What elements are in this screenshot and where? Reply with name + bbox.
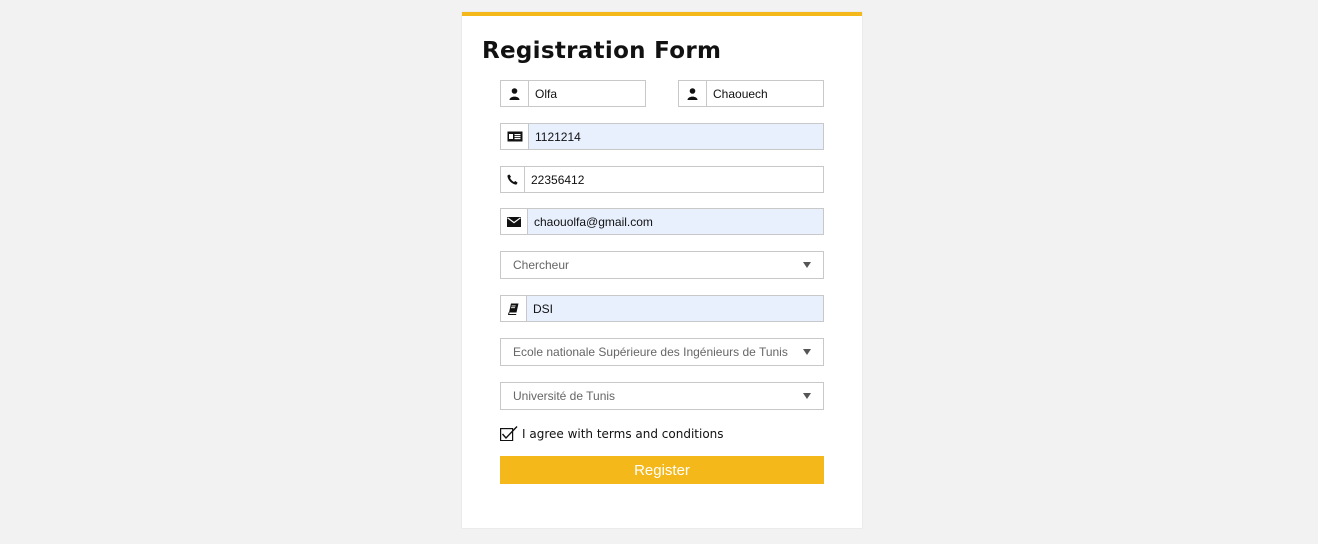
user-icon xyxy=(679,81,707,106)
role-select-value: Chercheur xyxy=(513,258,570,272)
id-number-field[interactable]: 1121214 xyxy=(500,123,824,150)
phone-value[interactable]: 22356412 xyxy=(525,173,584,187)
terms-label: I agree with terms and conditions xyxy=(522,426,724,441)
terms-checkbox[interactable] xyxy=(500,426,518,441)
last-name-value[interactable]: Chaouech xyxy=(707,87,768,101)
user-icon xyxy=(501,81,529,106)
id-card-icon xyxy=(501,124,529,149)
university-select-value: Université de Tunis xyxy=(513,389,616,403)
email-field[interactable]: chaouolfa@gmail.com xyxy=(500,208,824,235)
first-name-value[interactable]: Olfa xyxy=(529,87,557,101)
school-select-value: Ecole nationale Supérieure des Ingénieur… xyxy=(513,345,788,359)
first-name-field[interactable]: Olfa xyxy=(500,80,646,107)
registration-card: Registration Form Olfa Chaouech 1121214 … xyxy=(462,12,862,528)
email-value[interactable]: chaouolfa@gmail.com xyxy=(528,215,653,229)
phone-field[interactable]: 22356412 xyxy=(500,166,824,193)
terms-row: I agree with terms and conditions xyxy=(500,426,724,441)
phone-icon xyxy=(501,167,525,192)
register-button[interactable]: Register xyxy=(500,456,824,484)
department-field[interactable]: DSI xyxy=(500,295,824,322)
chevron-down-icon xyxy=(803,262,811,268)
id-number-value[interactable]: 1121214 xyxy=(529,130,581,144)
last-name-field[interactable]: Chaouech xyxy=(678,80,824,107)
university-select[interactable]: Université de Tunis xyxy=(500,382,824,410)
form-title: Registration Form xyxy=(482,38,722,64)
role-select[interactable]: Chercheur xyxy=(500,251,824,279)
department-value[interactable]: DSI xyxy=(527,302,553,316)
chevron-down-icon xyxy=(803,349,811,355)
school-select[interactable]: Ecole nationale Supérieure des Ingénieur… xyxy=(500,338,824,366)
chevron-down-icon xyxy=(803,393,811,399)
envelope-icon xyxy=(501,209,528,234)
book-icon xyxy=(501,296,527,321)
